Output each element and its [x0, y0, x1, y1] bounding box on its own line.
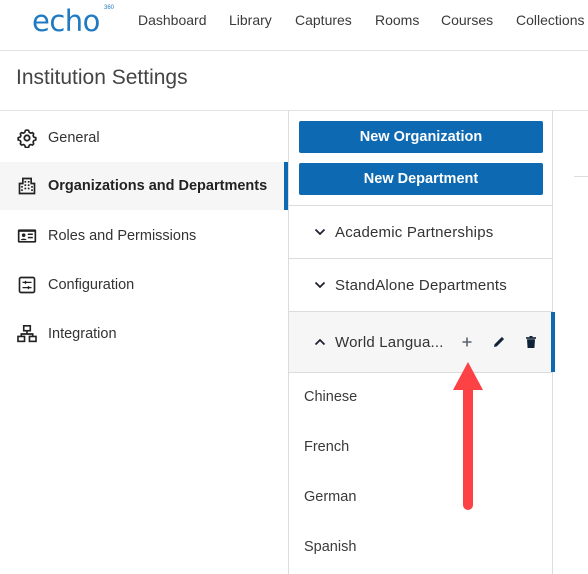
echo360-logo[interactable]: echo 360: [32, 4, 114, 38]
new-department-button[interactable]: New Department: [299, 163, 543, 195]
delete-button[interactable]: [525, 335, 537, 349]
tree-child-german[interactable]: German: [289, 472, 552, 522]
pencil-icon: [494, 336, 505, 347]
sidebar-item-roles[interactable]: Roles and Permissions: [0, 212, 288, 260]
gear-icon: [17, 128, 37, 148]
tree-item-label: World Langua...: [335, 333, 444, 351]
trash-icon: [526, 336, 536, 348]
nav-courses[interactable]: Courses: [441, 12, 493, 28]
add-department-button[interactable]: [461, 336, 473, 348]
nav-dashboard[interactable]: Dashboard: [138, 12, 207, 28]
nav-collections[interactable]: Collections: [516, 12, 584, 28]
tree-child-french[interactable]: French: [289, 422, 552, 472]
edit-button[interactable]: [492, 335, 506, 349]
network-icon: [17, 324, 37, 344]
chevron-down-icon[interactable]: [314, 281, 326, 289]
tree-item-standalone-departments[interactable]: StandAlone Departments: [289, 258, 552, 311]
top-navigation: echo 360 Dashboard Library Captures Room…: [0, 0, 588, 51]
plus-icon: [462, 337, 472, 347]
tree-child-label: Spanish: [304, 539, 357, 555]
tree-child-spanish[interactable]: Spanish: [289, 522, 552, 572]
new-organization-button[interactable]: New Organization: [299, 121, 543, 153]
tree-child-label: French: [304, 439, 350, 455]
tree-child-label: German: [304, 489, 357, 505]
tree-child-label: Chinese: [304, 389, 358, 405]
nav-captures[interactable]: Captures: [295, 12, 352, 28]
chevron-up-icon[interactable]: [314, 338, 326, 346]
nav-rooms[interactable]: Rooms: [375, 12, 419, 28]
sidebar-item-label: Organizations and Departments: [48, 178, 268, 194]
page-title: Institution Settings: [16, 66, 188, 89]
tree-item-label: Academic Partnerships: [335, 223, 494, 241]
sidebar-item-general[interactable]: General: [0, 114, 288, 162]
nav-library[interactable]: Library: [229, 12, 272, 28]
sidebar-item-label: Configuration: [48, 277, 135, 293]
sidebar-item-organizations[interactable]: Organizations and Departments: [0, 162, 288, 210]
sidebar-item-label: Roles and Permissions: [48, 228, 197, 244]
sliders-icon: [17, 275, 37, 295]
tree-item-world-languages[interactable]: World Langua...: [289, 311, 555, 373]
building-icon: [17, 176, 37, 196]
tree-child-chinese[interactable]: Chinese: [289, 372, 552, 422]
annotation-arrow: [453, 362, 483, 510]
tree-item-label: StandAlone Departments: [335, 276, 508, 294]
logo-badge: 360: [104, 5, 115, 11]
chevron-down-icon[interactable]: [314, 228, 326, 236]
sidebar-item-label: Integration: [48, 326, 117, 342]
logo-text: echo: [32, 4, 100, 38]
tree-item-academic-partnerships[interactable]: Academic Partnerships: [289, 205, 552, 258]
sidebar-item-configuration[interactable]: Configuration: [0, 261, 288, 309]
sidebar-item-label: General: [48, 130, 100, 146]
detail-panel-rule: [574, 176, 588, 177]
id-card-icon: [17, 226, 37, 246]
sidebar-item-integration[interactable]: Integration: [0, 310, 288, 358]
settings-sidebar: General Organizations and Departments Ro…: [0, 111, 288, 574]
